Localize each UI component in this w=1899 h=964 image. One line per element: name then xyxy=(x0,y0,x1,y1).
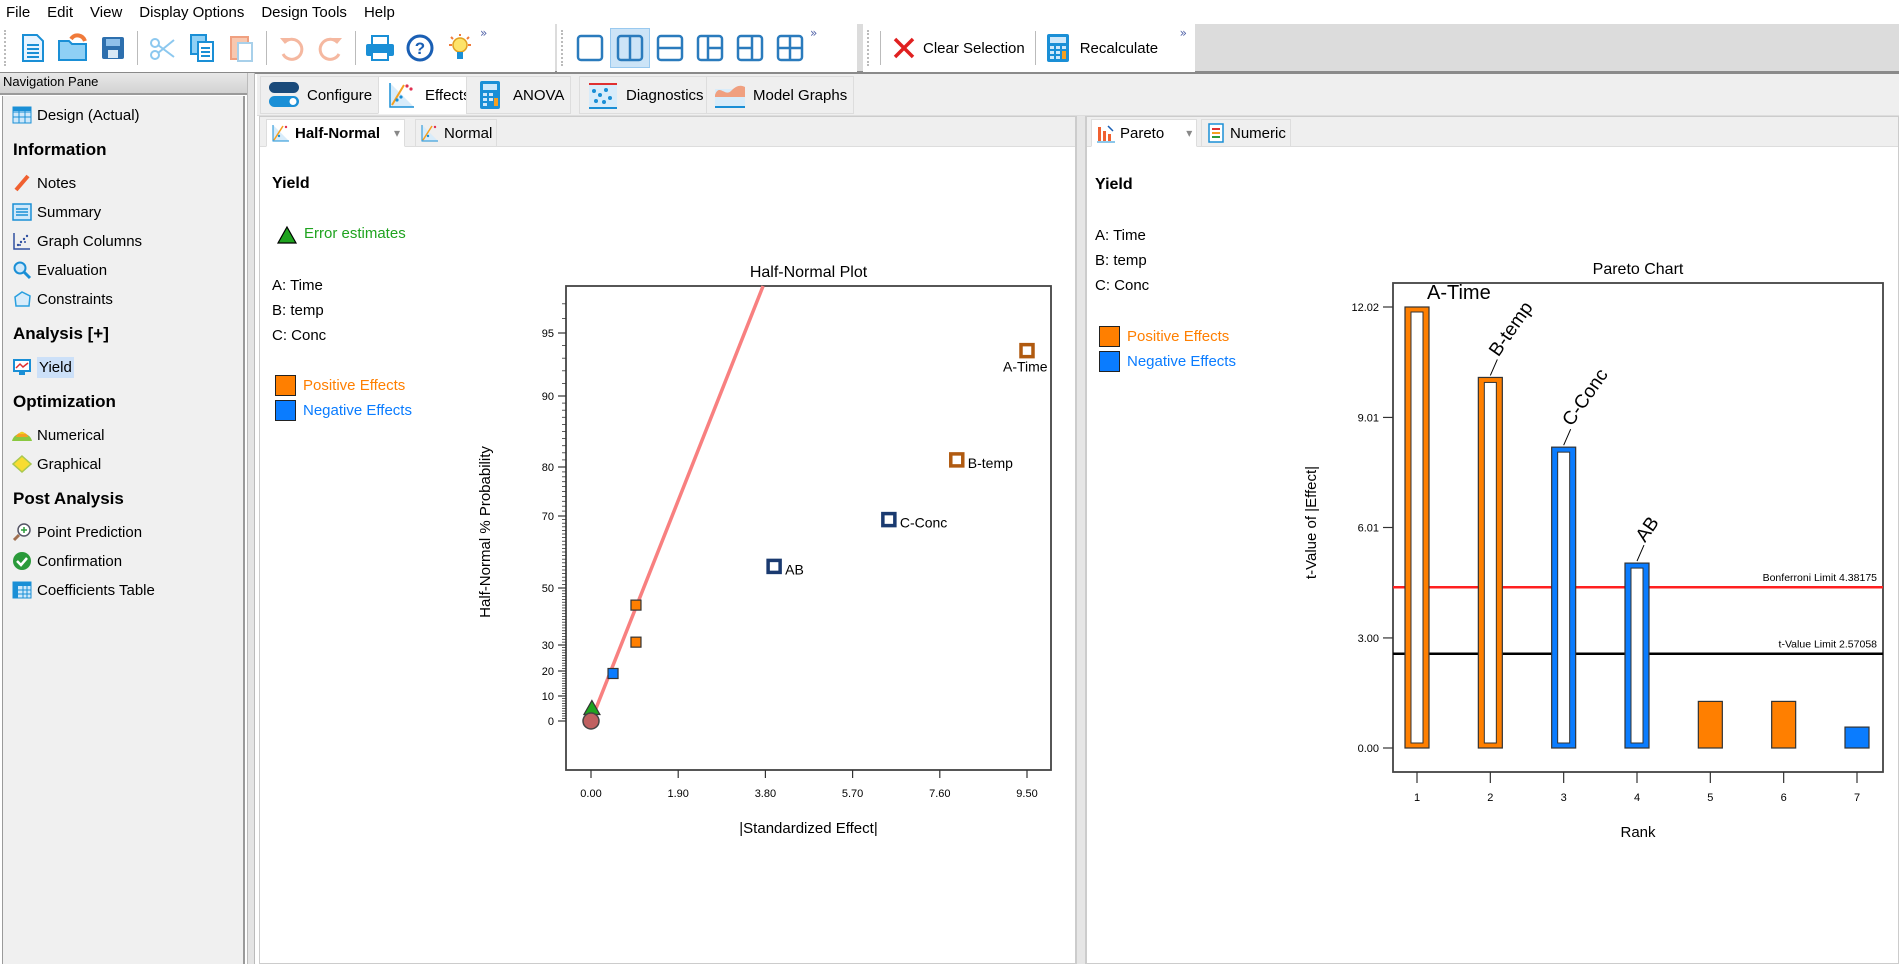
y-tick-label: 0.00 xyxy=(1358,743,1379,755)
pareto-bar xyxy=(1771,700,1797,749)
pareto-bar-inner xyxy=(1410,311,1424,744)
pareto-bar-label: A-Time xyxy=(1427,282,1491,304)
x-tick-label: 6 xyxy=(1781,792,1787,804)
pareto-bar xyxy=(1697,700,1723,749)
y-axis-label: t-Value of |Effect| xyxy=(1303,466,1320,579)
y-tick-label: 9.01 xyxy=(1358,412,1379,424)
y-tick-label: 12.02 xyxy=(1351,302,1379,314)
pareto-chart: Pareto Chart 0.00 3.00 6.01 9.01 12.02 1 2 3 4 5 6 7… xyxy=(1303,261,1884,841)
x-tick-label: 3 xyxy=(1561,792,1567,804)
pareto-bar xyxy=(1844,726,1870,749)
y-tick-label: 3.00 xyxy=(1358,633,1379,645)
x-tick-label: 7 xyxy=(1854,792,1860,804)
chart-title: Pareto Chart xyxy=(1593,261,1684,278)
pareto-bar-inner xyxy=(1630,567,1644,744)
x-axis-label: Rank xyxy=(1620,824,1656,841)
bonferroni-limit-label: Bonferroni Limit 4.38175 xyxy=(1763,572,1878,584)
x-tick-label: 1 xyxy=(1414,792,1420,804)
pareto-bar-inner xyxy=(1557,451,1571,744)
x-tick-label: 5 xyxy=(1707,792,1713,804)
y-tick-label: 6.01 xyxy=(1358,523,1379,535)
x-tick-label: 4 xyxy=(1634,792,1640,804)
x-tick-label: 2 xyxy=(1487,792,1493,804)
t-value-limit-label: t-Value Limit 2.57058 xyxy=(1779,639,1878,651)
pareto-bar-inner xyxy=(1483,381,1497,744)
